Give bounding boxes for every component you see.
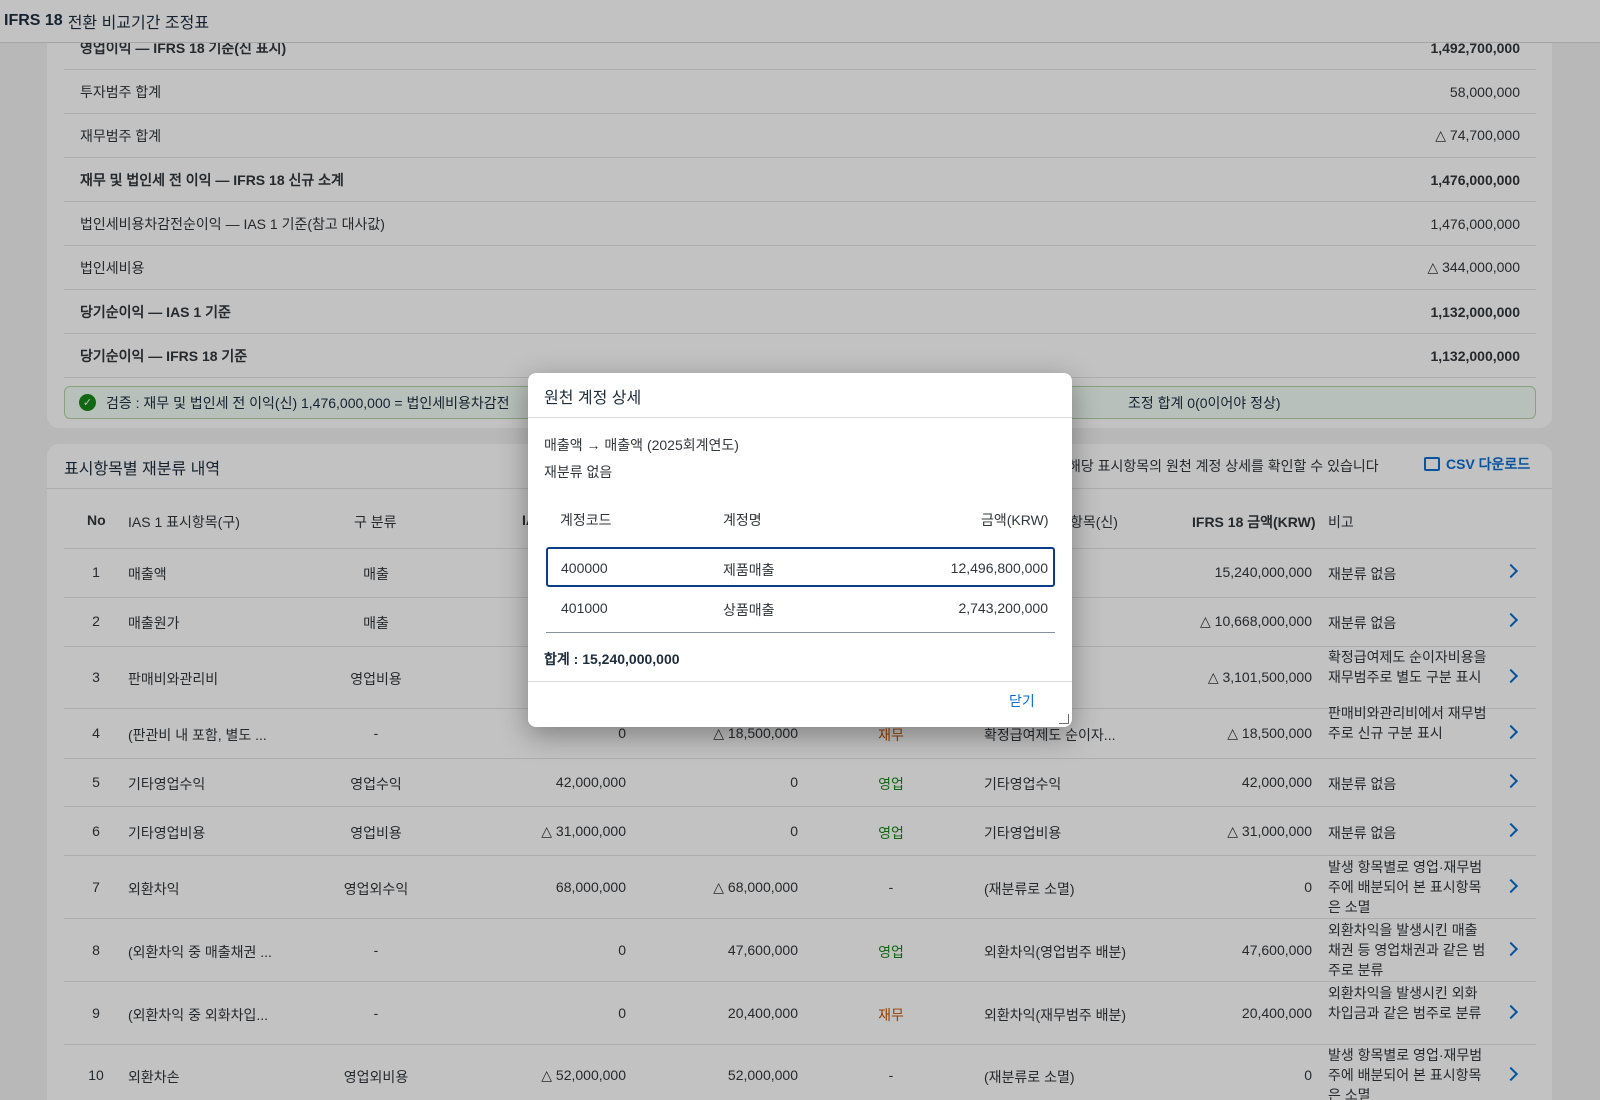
dialog-header-divider <box>528 417 1072 418</box>
dialog-footer-divider <box>528 681 1072 682</box>
resize-handle-icon[interactable] <box>1059 714 1069 724</box>
dialog-title: 원천 계정 상세 <box>544 390 642 407</box>
account-code: 401000 <box>561 600 608 616</box>
account-amount: 2,743,200,000 <box>958 600 1048 616</box>
account-amount: 12,496,800,000 <box>950 560 1048 576</box>
dialog-account-row[interactable]: 400000 제품매출 12,496,800,000 <box>546 547 1055 587</box>
source-account-dialog: 원천 계정 상세 매출액 → 매출액 (2025회계연도) 재분류 없음 계정코… <box>528 373 1072 727</box>
dialog-reclass-note: 재분류 없음 <box>544 464 613 480</box>
close-button[interactable]: 닫기 <box>1009 691 1035 711</box>
dialog-account-row[interactable]: 401000 상품매출 2,743,200,000 <box>546 589 1055 633</box>
account-name: 제품매출 <box>723 562 775 578</box>
dialog-col-code[interactable]: 계정코드 <box>560 510 612 530</box>
account-name: 상품매출 <box>723 602 775 618</box>
dialog-account-path: 매출액 → 매출액 (2025회계연도) <box>544 437 739 453</box>
dialog-total: 합계 : 15,240,000,000 <box>544 651 680 667</box>
dialog-col-name[interactable]: 계정명 <box>723 510 762 530</box>
dialog-col-amount[interactable]: 금액(KRW) <box>981 510 1049 530</box>
account-code: 400000 <box>561 560 608 576</box>
